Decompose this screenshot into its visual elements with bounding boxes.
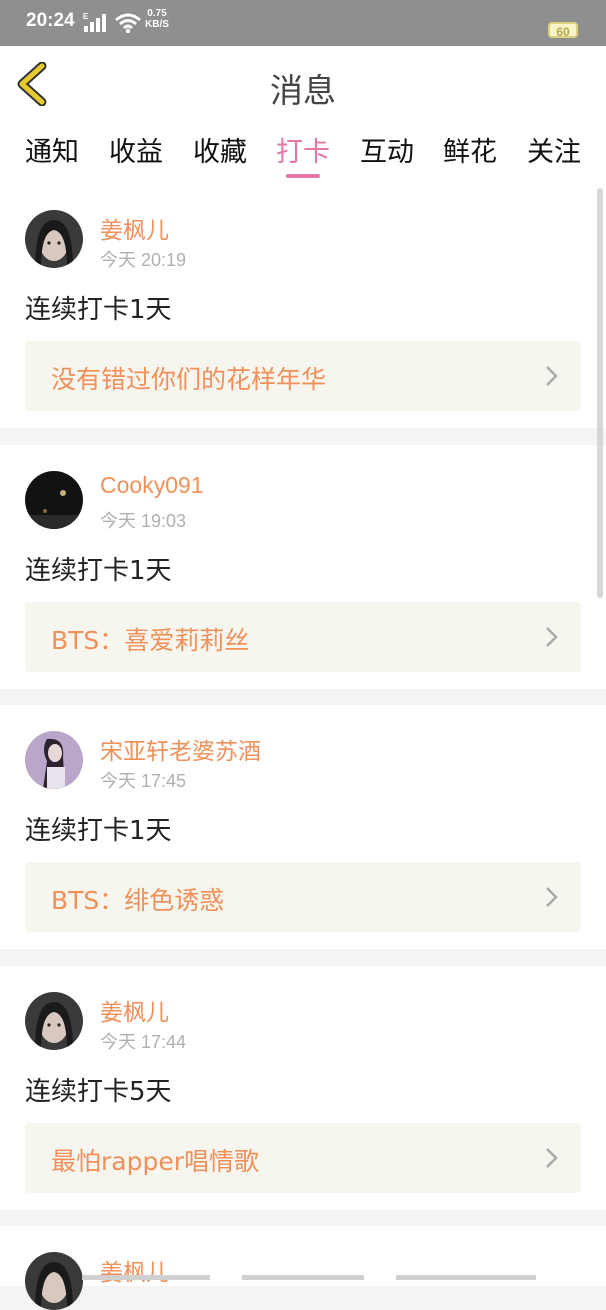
tab-follow[interactable]: 关注 bbox=[527, 130, 581, 169]
article-title: BTS：绯色诱惑 bbox=[51, 886, 225, 915]
scrollbar[interactable] bbox=[597, 188, 603, 598]
message-time: 今天 20:19 bbox=[100, 250, 187, 270]
tab-checkin[interactable]: 打卡 bbox=[276, 130, 330, 169]
network-speed: 0.75 KB/S bbox=[145, 8, 169, 30]
chevron-right-icon bbox=[545, 886, 559, 912]
battery-level: 60 bbox=[556, 25, 570, 39]
avatar[interactable] bbox=[25, 210, 83, 268]
nav-hint-bar bbox=[396, 1275, 536, 1280]
app-header: 消息 bbox=[0, 46, 606, 121]
username[interactable]: 宋亚轩老婆苏酒 bbox=[100, 732, 261, 766]
speed-value: 0.75 bbox=[147, 8, 167, 19]
active-tab-indicator bbox=[286, 174, 320, 178]
username[interactable]: 姜枫儿 bbox=[100, 993, 169, 1027]
message-text: 连续打卡5天 bbox=[25, 1077, 172, 1107]
tab-earnings[interactable]: 收益 bbox=[109, 130, 163, 169]
tab-favorites[interactable]: 收藏 bbox=[193, 130, 247, 169]
article-link[interactable]: 最怕rapper唱情歌 bbox=[25, 1123, 581, 1193]
message-text: 连续打卡1天 bbox=[25, 295, 172, 325]
message-time: 今天 17:44 bbox=[100, 1032, 187, 1052]
battery-icon: 60 bbox=[548, 22, 578, 39]
article-link[interactable]: BTS：绯色诱惑 bbox=[25, 862, 581, 932]
article-title: BTS：喜爱莉莉丝 bbox=[51, 626, 250, 655]
speed-unit: KB/S bbox=[145, 19, 169, 30]
username[interactable]: 姜枫儿 bbox=[100, 1253, 169, 1287]
chevron-right-icon bbox=[545, 1147, 559, 1173]
article-title: 没有错过你们的花样年华 bbox=[51, 365, 327, 394]
article-title: 最怕rapper唱情歌 bbox=[51, 1147, 259, 1176]
status-time: 20:24 bbox=[26, 10, 75, 31]
avatar[interactable] bbox=[25, 992, 83, 1050]
nav-hint-bar bbox=[242, 1275, 364, 1280]
list-item: 姜枫儿 今天 17:44 连续打卡5天 最怕rapper唱情歌 bbox=[0, 966, 606, 1210]
avatar[interactable] bbox=[25, 1252, 83, 1310]
chevron-right-icon bbox=[545, 365, 559, 391]
page-title: 消息 bbox=[270, 71, 336, 110]
message-time: 今天 17:45 bbox=[100, 771, 187, 791]
avatar[interactable] bbox=[25, 731, 83, 789]
tab-interaction[interactable]: 互动 bbox=[360, 130, 414, 169]
tab-notifications[interactable]: 通知 bbox=[25, 130, 79, 169]
tab-bar: 通知 收益 收藏 打卡 互动 鲜花 关注 bbox=[0, 120, 606, 184]
username[interactable]: Cooky091 bbox=[100, 472, 204, 499]
chevron-right-icon bbox=[545, 626, 559, 652]
nav-hint-bar bbox=[82, 1275, 210, 1280]
tab-flowers[interactable]: 鲜花 bbox=[443, 130, 497, 169]
article-link[interactable]: BTS：喜爱莉莉丝 bbox=[25, 602, 581, 672]
list-item: 姜枫儿 今天 20:19 连续打卡1天 没有错过你们的花样年华 bbox=[0, 184, 606, 428]
wifi-icon bbox=[114, 12, 142, 38]
article-link[interactable]: 没有错过你们的花样年华 bbox=[25, 341, 581, 411]
message-time: 今天 19:03 bbox=[100, 511, 187, 531]
status-bar: 20:24 E 0.75 KB/S 60 bbox=[0, 0, 606, 46]
message-text: 连续打卡1天 bbox=[25, 556, 172, 586]
avatar[interactable] bbox=[25, 471, 83, 529]
username[interactable]: 姜枫儿 bbox=[100, 211, 169, 245]
list-item: Cooky091 今天 19:03 连续打卡1天 BTS：喜爱莉莉丝 bbox=[0, 445, 606, 689]
message-text: 连续打卡1天 bbox=[25, 816, 172, 846]
network-type: E bbox=[83, 12, 89, 21]
signal-icon: E bbox=[83, 12, 109, 38]
list-item: 宋亚轩老婆苏酒 今天 17:45 连续打卡1天 BTS：绯色诱惑 bbox=[0, 705, 606, 949]
